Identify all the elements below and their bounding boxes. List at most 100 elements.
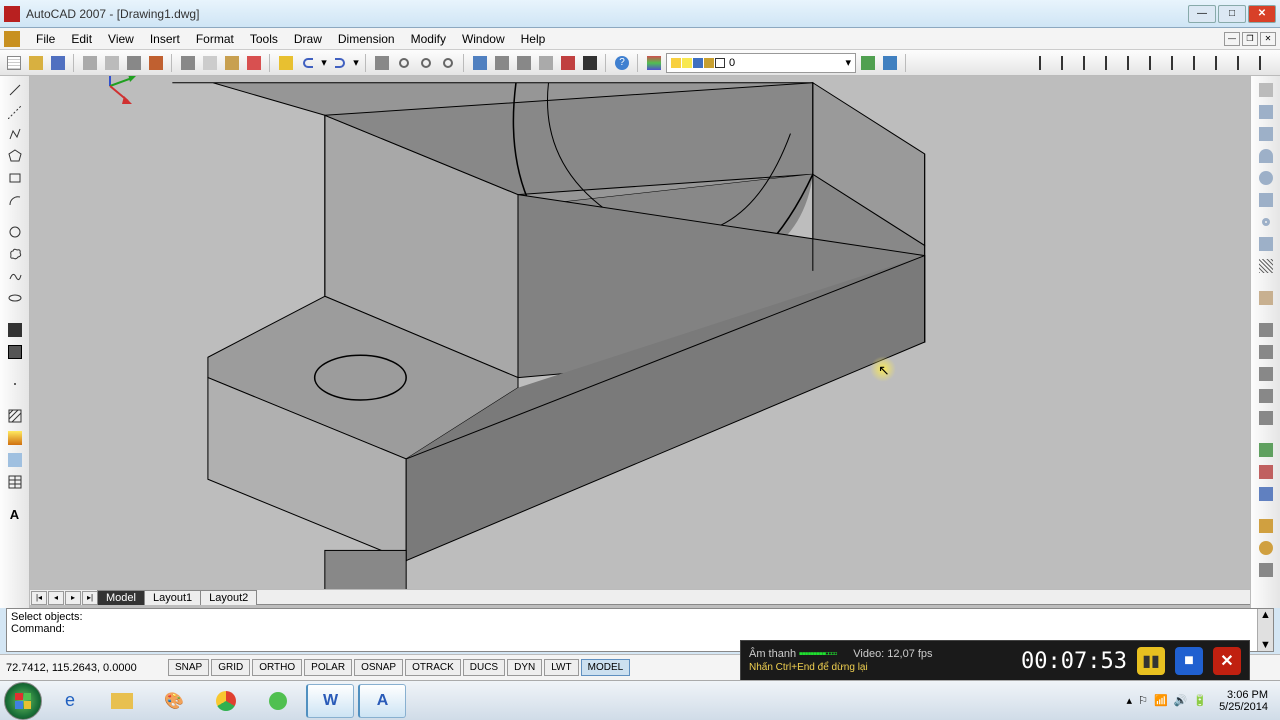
tab-next-button[interactable]: ▸ xyxy=(65,591,81,605)
publish-button[interactable] xyxy=(124,53,144,73)
hatch-button[interactable] xyxy=(5,406,25,426)
dim-radius-button[interactable] xyxy=(1124,53,1144,73)
tool-palettes-button[interactable] xyxy=(514,53,534,73)
3d-rotate-button[interactable] xyxy=(1256,538,1276,558)
taskbar-explorer[interactable] xyxy=(98,684,146,718)
taskbar-ie[interactable]: e xyxy=(46,684,94,718)
grid-toggle[interactable]: GRID xyxy=(211,659,250,676)
ellipse-button[interactable] xyxy=(5,288,25,308)
construction-line-button[interactable] xyxy=(5,102,25,122)
quickcalc-button[interactable] xyxy=(580,53,600,73)
layer-combo[interactable]: 0 ▾ xyxy=(666,53,856,73)
coordinates-display[interactable]: 72.7412, 115.2643, 0.0000 xyxy=(6,662,166,674)
union-button[interactable] xyxy=(1256,440,1276,460)
3d-dwf-button[interactable] xyxy=(146,53,166,73)
spline-button[interactable] xyxy=(5,266,25,286)
menu-dimension[interactable]: Dimension xyxy=(330,30,403,48)
markup-button[interactable] xyxy=(558,53,578,73)
command-scrollbar[interactable]: ▲▼ xyxy=(1257,609,1273,651)
extrude-button[interactable] xyxy=(1256,320,1276,340)
dim-jogged-button[interactable] xyxy=(1146,53,1166,73)
dim-arc-button[interactable] xyxy=(1080,53,1100,73)
app-menu-icon[interactable] xyxy=(4,31,20,47)
region-button[interactable] xyxy=(5,450,25,470)
match-properties-button[interactable] xyxy=(244,53,264,73)
otrack-toggle[interactable]: OTRACK xyxy=(405,659,461,676)
cut-button[interactable] xyxy=(178,53,198,73)
planar-surface-button[interactable] xyxy=(1256,288,1276,308)
menu-edit[interactable]: Edit xyxy=(63,30,100,48)
taskbar-clock[interactable]: 3:06 PM 5/25/2014 xyxy=(1219,689,1268,713)
zoom-realtime-button[interactable] xyxy=(394,53,414,73)
revision-cloud-button[interactable] xyxy=(5,244,25,264)
taskbar-word[interactable]: W xyxy=(306,684,354,718)
layer-properties-button[interactable] xyxy=(644,53,664,73)
dim-aligned-button[interactable] xyxy=(1058,53,1078,73)
mdi-minimize-button[interactable]: — xyxy=(1224,32,1240,46)
open-button[interactable] xyxy=(26,53,46,73)
cone-button[interactable] xyxy=(1256,146,1276,166)
dim-angular-button[interactable] xyxy=(1190,53,1210,73)
insert-block-button[interactable] xyxy=(5,320,25,340)
mdi-restore-button[interactable]: ❐ xyxy=(1242,32,1258,46)
rectangle-button[interactable] xyxy=(5,168,25,188)
box-button[interactable] xyxy=(1256,102,1276,122)
snap-toggle[interactable]: SNAP xyxy=(168,659,209,676)
zoom-window-button[interactable] xyxy=(416,53,436,73)
layer-states-button[interactable] xyxy=(880,53,900,73)
dim-linear-button[interactable] xyxy=(1036,53,1056,73)
table-button[interactable] xyxy=(5,472,25,492)
cylinder-button[interactable] xyxy=(1256,190,1276,210)
copy-button[interactable] xyxy=(200,53,220,73)
revolve-button[interactable] xyxy=(1256,386,1276,406)
dim-quick-button[interactable] xyxy=(1212,53,1232,73)
menu-insert[interactable]: Insert xyxy=(142,30,188,48)
subtract-button[interactable] xyxy=(1256,462,1276,482)
polysolid-button[interactable] xyxy=(1256,80,1276,100)
taskbar-chrome[interactable] xyxy=(202,684,250,718)
model-viewport[interactable]: z ↖ xyxy=(30,76,1250,608)
tab-last-button[interactable]: ▸| xyxy=(82,591,98,605)
block-editor-button[interactable] xyxy=(276,53,296,73)
dim-ordinate-button[interactable] xyxy=(1102,53,1122,73)
menu-format[interactable]: Format xyxy=(188,30,242,48)
menu-draw[interactable]: Draw xyxy=(286,30,330,48)
make-block-button[interactable] xyxy=(5,342,25,362)
redo-button[interactable] xyxy=(330,53,350,73)
ducs-toggle[interactable]: DUCS xyxy=(463,659,505,676)
action-center-icon[interactable]: ⚐ xyxy=(1138,694,1148,707)
recorder-stop-button[interactable]: ■ xyxy=(1175,647,1203,675)
new-button[interactable] xyxy=(4,53,24,73)
taskbar-paint[interactable]: 🎨 xyxy=(150,684,198,718)
recorder-close-button[interactable]: ✕ xyxy=(1213,647,1241,675)
menu-file[interactable]: File xyxy=(28,30,63,48)
ortho-toggle[interactable]: ORTHO xyxy=(252,659,302,676)
tab-prev-button[interactable]: ◂ xyxy=(48,591,64,605)
helix-button[interactable] xyxy=(1256,256,1276,276)
circle-button[interactable] xyxy=(5,222,25,242)
tab-first-button[interactable]: |◂ xyxy=(31,591,47,605)
sweep-button[interactable] xyxy=(1256,364,1276,384)
menu-window[interactable]: Window xyxy=(454,30,513,48)
polyline-button[interactable] xyxy=(5,124,25,144)
dim-baseline-button[interactable] xyxy=(1234,53,1254,73)
polar-toggle[interactable]: POLAR xyxy=(304,659,352,676)
line-button[interactable] xyxy=(5,80,25,100)
lwt-toggle[interactable]: LWT xyxy=(544,659,578,676)
torus-button[interactable] xyxy=(1256,212,1276,232)
arc-button[interactable] xyxy=(5,190,25,210)
properties-button[interactable] xyxy=(470,53,490,73)
tab-model[interactable]: Model xyxy=(97,590,145,605)
system-tray[interactable]: ▴ ⚐ 📶 🔊 🔋 3:06 PM 5/25/2014 xyxy=(1119,689,1276,713)
loft-button[interactable] xyxy=(1256,408,1276,428)
plot-preview-button[interactable] xyxy=(102,53,122,73)
presspull-button[interactable] xyxy=(1256,342,1276,362)
pan-button[interactable] xyxy=(372,53,392,73)
sphere-button[interactable] xyxy=(1256,168,1276,188)
dyn-toggle[interactable]: DYN xyxy=(507,659,542,676)
close-button[interactable]: ✕ xyxy=(1248,5,1276,23)
paste-button[interactable] xyxy=(222,53,242,73)
wedge-button[interactable] xyxy=(1256,124,1276,144)
sheet-set-button[interactable] xyxy=(536,53,556,73)
battery-icon[interactable]: 🔋 xyxy=(1193,694,1207,707)
